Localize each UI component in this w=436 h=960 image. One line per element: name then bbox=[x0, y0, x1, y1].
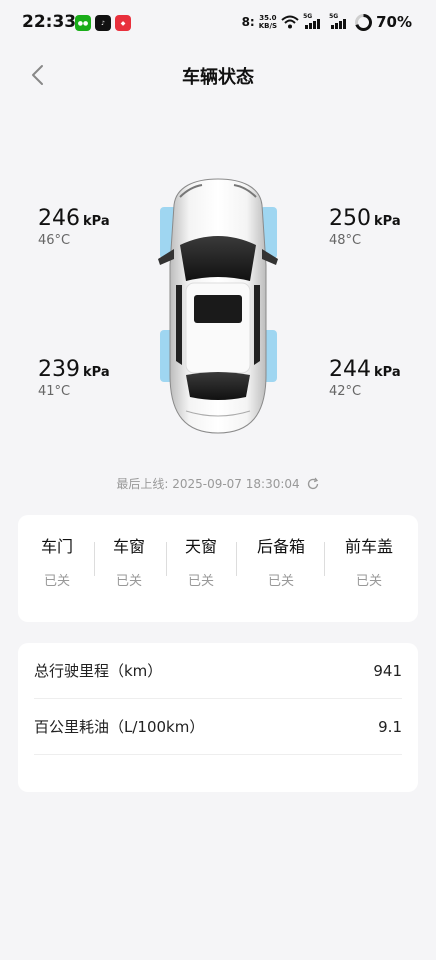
tire-pressure: 244 bbox=[329, 357, 371, 382]
status-item-name: 车门 bbox=[40, 537, 73, 556]
tire-pressure: 246 bbox=[38, 206, 80, 231]
tire-unit: kPa bbox=[83, 214, 110, 229]
divider bbox=[166, 542, 167, 576]
info-row-mileage: 总行驶里程（km） 941 bbox=[34, 643, 402, 699]
tire-unit: kPa bbox=[374, 365, 401, 380]
net-speed: 35.0 KB/S bbox=[258, 14, 278, 30]
nfc-icon: 8: bbox=[241, 15, 255, 29]
status-item-value: 已关 bbox=[115, 574, 142, 589]
tire-front-right: 250 kPa 48°C bbox=[329, 206, 401, 248]
cell-signal-2-icon: 5G bbox=[329, 13, 351, 29]
tire-temp: 42°C bbox=[329, 384, 362, 399]
status-item-name: 天窗 bbox=[184, 537, 217, 556]
status-item-name: 前车盖 bbox=[344, 537, 393, 556]
info-value: 941 bbox=[373, 661, 402, 680]
status-card: 车门 已关 车窗 已关 天窗 已关 后备箱 已关 前车盖 已关 bbox=[18, 515, 418, 622]
last-online: 最后上线: 2025-09-07 18:30:04 bbox=[0, 475, 436, 492]
status-item-sunroof: 天窗 已关 bbox=[180, 533, 222, 589]
last-online-label: 最后上线: 2025-09-07 18:30:04 bbox=[116, 477, 300, 491]
cell-signal-1-icon: 5G bbox=[303, 13, 325, 29]
tire-front-left: 246 kPa 46°C bbox=[38, 206, 110, 248]
tire-unit: kPa bbox=[83, 365, 110, 380]
battery-text: 70% bbox=[376, 13, 412, 31]
notification-icons: ●● ♪ ◆ bbox=[75, 15, 131, 31]
status-item-value: 已关 bbox=[43, 574, 70, 589]
car-top-view-image bbox=[158, 178, 278, 434]
status-bar: 22:33 ●● ♪ ◆ 8: 35.0 KB/S 5G 5G 70% bbox=[0, 0, 436, 46]
info-label: 百公里耗油（L/100km） bbox=[34, 718, 205, 736]
status-time: 22:33 bbox=[22, 12, 77, 32]
tire-temp: 46°C bbox=[38, 233, 71, 248]
status-item-name: 后备箱 bbox=[256, 537, 305, 556]
info-card: 总行驶里程（km） 941 百公里耗油（L/100km） 9.1 bbox=[18, 643, 418, 792]
battery-icon bbox=[355, 13, 373, 31]
divider bbox=[236, 542, 237, 576]
status-item-value: 已关 bbox=[355, 574, 382, 589]
status-item-trunk: 后备箱 已关 bbox=[252, 533, 310, 589]
status-right: 8: 35.0 KB/S 5G 5G 70% bbox=[242, 13, 412, 31]
status-item-window: 车窗 已关 bbox=[108, 533, 150, 589]
tire-pressure: 250 bbox=[329, 206, 371, 231]
wifi-icon bbox=[281, 15, 299, 29]
divider bbox=[324, 542, 325, 576]
refresh-icon[interactable] bbox=[306, 477, 320, 491]
tire-rear-right: 244 kPa 42°C bbox=[329, 357, 401, 399]
info-value: 9.1 bbox=[378, 717, 402, 736]
tire-rear-left: 239 kPa 41°C bbox=[38, 357, 110, 399]
tire-unit: kPa bbox=[374, 214, 401, 229]
page-title: 车辆状态 bbox=[182, 67, 254, 88]
tire-temp: 41°C bbox=[38, 384, 71, 399]
status-item-value: 已关 bbox=[267, 574, 294, 589]
status-item-name: 车窗 bbox=[112, 537, 145, 556]
tire-temp: 48°C bbox=[329, 233, 362, 248]
info-label: 总行驶里程（km） bbox=[34, 662, 163, 680]
status-item-door: 车门 已关 bbox=[38, 533, 76, 589]
divider bbox=[94, 542, 95, 576]
tiktok-icon: ♪ bbox=[95, 15, 111, 31]
status-item-hood: 前车盖 已关 bbox=[340, 533, 398, 589]
red-app-icon: ◆ bbox=[115, 15, 131, 31]
wechat-icon: ●● bbox=[75, 15, 91, 31]
status-item-value: 已关 bbox=[187, 574, 214, 589]
tire-pressure: 239 bbox=[38, 357, 80, 382]
info-row-fuel: 百公里耗油（L/100km） 9.1 bbox=[34, 699, 402, 755]
